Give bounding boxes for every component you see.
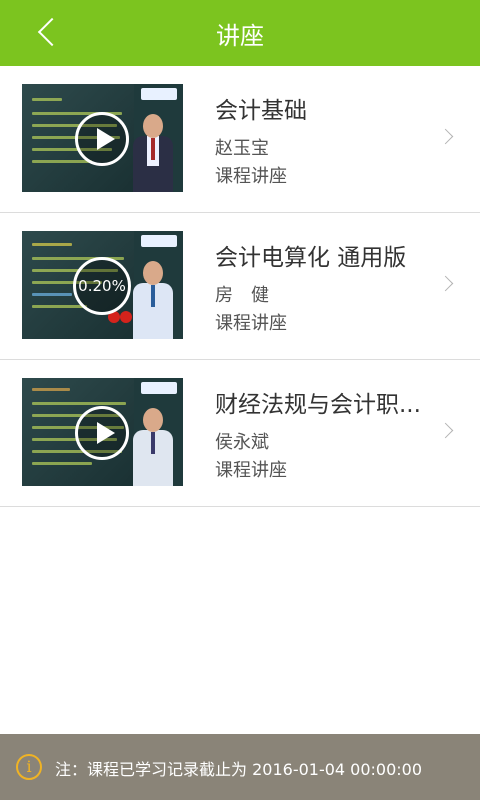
lecture-item-accounting-basics[interactable]: 会计基础 赵玉宝 课程讲座 <box>0 66 480 213</box>
notice-text: 注：课程已学习记录截止为 2016-01-04 00:00:00 <box>55 756 422 780</box>
lecturer-image <box>131 108 175 192</box>
lecture-item-computerized-accounting[interactable]: 0.20% 会计电算化 通用版 房 健 课程讲座 <box>0 213 480 360</box>
lecturer-image <box>131 402 175 486</box>
chevron-right-icon <box>440 129 454 143</box>
brand-logo <box>141 88 177 100</box>
play-icon[interactable] <box>75 406 129 460</box>
page-title: 讲座 <box>216 22 264 50</box>
lecture-thumbnail[interactable] <box>22 84 183 192</box>
info-icon: i <box>16 754 42 780</box>
lecture-list: 会计基础 赵玉宝 课程讲座 0.20% 会计电算化 通用版 房 健 课程讲座 财… <box>0 66 480 507</box>
chevron-right-icon <box>440 423 454 437</box>
app-header: 讲座 <box>0 0 480 66</box>
lecture-teacher: 侯永斌 <box>215 432 269 453</box>
lecturer-image <box>131 255 175 339</box>
brand-logo <box>141 235 177 247</box>
brand-logo <box>141 382 177 394</box>
lecture-thumbnail[interactable] <box>22 378 183 486</box>
lecture-thumbnail[interactable]: 0.20% <box>22 231 183 339</box>
progress-indicator[interactable]: 0.20% <box>73 257 131 315</box>
play-icon[interactable] <box>75 112 129 166</box>
lecture-category: 课程讲座 <box>215 313 287 334</box>
notice-bar: i 注：课程已学习记录截止为 2016-01-04 00:00:00 <box>0 734 480 800</box>
lecture-title: 会计基础 <box>215 98 307 124</box>
chevron-right-icon <box>440 276 454 290</box>
lecture-category: 课程讲座 <box>215 166 287 187</box>
notice-message: 课程已学习记录截止为 2016-01-04 00:00:00 <box>87 760 423 779</box>
notice-prefix: 注： <box>55 760 88 779</box>
lecture-title: 财经法规与会计职... <box>215 392 421 418</box>
lecture-item-finance-law[interactable]: 财经法规与会计职... 侯永斌 课程讲座 <box>0 360 480 507</box>
lecture-category: 课程讲座 <box>215 460 287 481</box>
lecture-title: 会计电算化 通用版 <box>215 245 407 271</box>
lecture-teacher: 房 健 <box>215 285 269 306</box>
lecture-teacher: 赵玉宝 <box>215 138 269 159</box>
